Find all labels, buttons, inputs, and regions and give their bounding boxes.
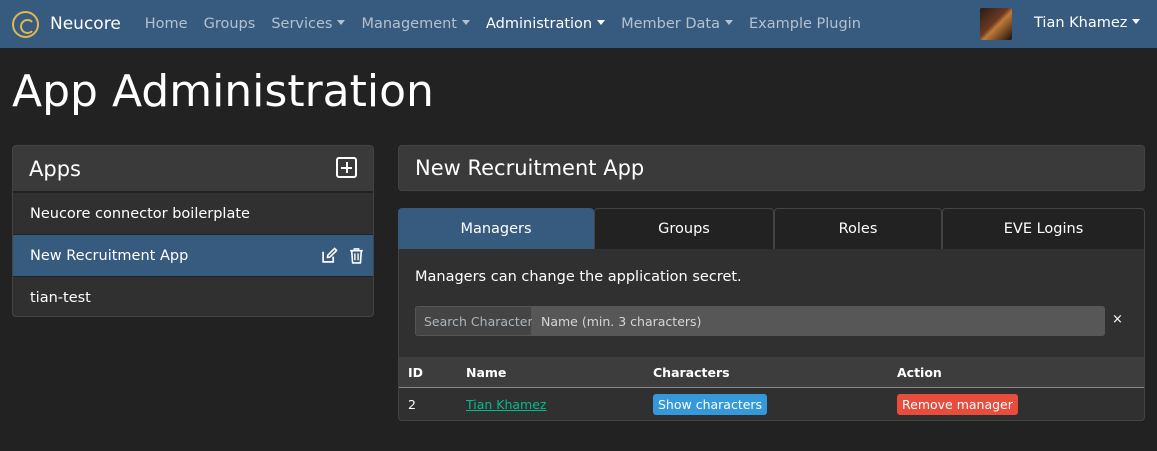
clear-search-icon[interactable]: × <box>1112 312 1123 327</box>
top-navbar: Neucore Home Groups Services Management … <box>0 0 1157 48</box>
app-detail-title: New Recruitment App <box>415 156 645 180</box>
table-row: 2 Tian Khamez Show characters Remove man… <box>399 388 1144 420</box>
app-list-item-label: Neucore connector boilerplate <box>30 205 250 222</box>
header-action: Action <box>897 364 942 380</box>
managers-panel: Managers can change the application secr… <box>398 249 1145 421</box>
search-character-label: Search Character <box>415 306 533 336</box>
detail-tabs: Managers Groups Roles EVE Logins <box>398 208 1145 249</box>
app-list-item-label: tian-test <box>30 289 91 306</box>
app-detail-header: New Recruitment App <box>398 145 1145 191</box>
caret-down-icon <box>724 20 733 25</box>
app-list-item[interactable]: tian-test <box>13 276 373 316</box>
apps-card-title: Apps <box>29 156 81 181</box>
nav-item-administration[interactable]: Administration <box>478 16 613 32</box>
nav-item-member-data[interactable]: Member Data <box>613 16 741 32</box>
apps-card-header: Apps <box>13 146 373 192</box>
apps-card: Apps Neucore connector boilerplate New R… <box>12 145 374 317</box>
app-list-item[interactable]: Neucore connector boilerplate <box>13 192 373 234</box>
header-characters: Characters <box>653 364 730 380</box>
panel-description: Managers can change the application secr… <box>415 269 742 285</box>
show-characters-button[interactable]: Show characters <box>653 394 768 415</box>
character-name-link[interactable]: Tian Khamez <box>466 397 547 412</box>
tab-managers[interactable]: Managers <box>398 208 594 249</box>
app-list-item[interactable]: New Recruitment App <box>13 234 373 276</box>
caret-down-icon <box>1132 19 1141 24</box>
header-id: ID <box>408 364 424 380</box>
app-list-item-label: New Recruitment App <box>30 247 189 264</box>
caret-down-icon <box>337 20 346 25</box>
page-title: App Administration <box>12 66 434 117</box>
nav-item-groups[interactable]: Groups <box>196 16 264 32</box>
caret-down-icon <box>597 20 606 25</box>
nav-item-example-plugin[interactable]: Example Plugin <box>741 16 869 32</box>
tab-roles[interactable]: Roles <box>774 208 942 249</box>
neucore-logo-icon <box>12 10 39 38</box>
header-name: Name <box>466 364 507 380</box>
nav-item-services[interactable]: Services <box>263 16 353 32</box>
table-header: ID Name Characters Action <box>399 357 1144 388</box>
caret-down-icon <box>462 20 470 25</box>
tab-eve-logins[interactable]: EVE Logins <box>942 208 1145 249</box>
user-menu[interactable]: Tian Khamez <box>1034 15 1141 31</box>
brand-link[interactable]: Neucore <box>12 10 121 38</box>
nav-menu: Home Groups Services Management Administ… <box>137 16 869 32</box>
managers-table: ID Name Characters Action 2 Tian Khamez … <box>399 357 1144 420</box>
add-app-icon[interactable] <box>336 157 357 178</box>
nav-item-home[interactable]: Home <box>137 16 196 32</box>
character-search: Search Character <box>415 306 1105 336</box>
user-avatar[interactable] <box>980 8 1012 40</box>
search-character-input[interactable] <box>532 306 1105 336</box>
edit-icon[interactable] <box>321 247 338 264</box>
tab-groups[interactable]: Groups <box>594 208 774 249</box>
nav-item-management[interactable]: Management <box>353 16 478 32</box>
trash-icon[interactable] <box>348 247 365 264</box>
brand-name: Neucore <box>50 14 121 34</box>
cell-id: 2 <box>408 397 416 412</box>
remove-manager-button[interactable]: Remove manager <box>897 394 1018 415</box>
